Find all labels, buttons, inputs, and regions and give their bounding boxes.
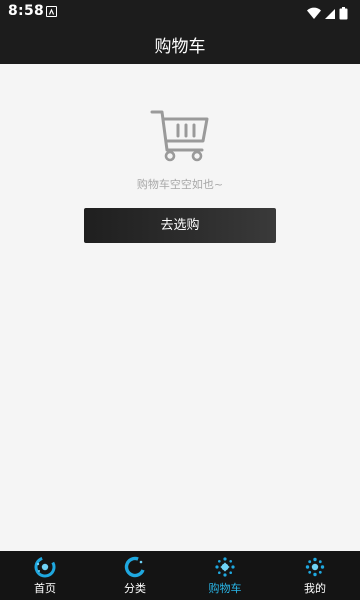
tab-cart[interactable]: 购物车 bbox=[180, 551, 270, 600]
app-bar: 购物车 bbox=[0, 24, 360, 64]
tab-home[interactable]: 首页 bbox=[0, 551, 90, 600]
status-icons bbox=[306, 5, 352, 20]
cart-icon bbox=[215, 557, 235, 577]
tab-cart-label: 购物车 bbox=[208, 582, 242, 595]
tab-home-label: 首页 bbox=[34, 582, 56, 595]
shopping-cart-icon bbox=[150, 110, 209, 162]
empty-cart-message: 购物车空空如也~ bbox=[136, 178, 224, 191]
wifi-icon bbox=[307, 7, 321, 20]
signal-icon bbox=[325, 9, 335, 19]
tab-profile[interactable]: 我的 bbox=[270, 551, 360, 600]
cart-content: 购物车空空如也~ 去选购 bbox=[0, 64, 360, 551]
tab-category-label: 分类 bbox=[124, 582, 146, 595]
bottom-tab-bar: 首页 分类 购物车 我的 bbox=[0, 551, 360, 600]
go-shopping-button[interactable]: 去选购 bbox=[84, 208, 276, 243]
category-icon bbox=[124, 556, 146, 578]
home-icon bbox=[34, 556, 56, 578]
tab-category[interactable]: 分类 bbox=[90, 551, 180, 600]
profile-icon bbox=[305, 557, 325, 577]
tab-profile-label: 我的 bbox=[304, 582, 326, 595]
a-notification-icon bbox=[46, 6, 57, 17]
status-bar: 8:58 bbox=[0, 0, 360, 24]
status-time: 8:58 bbox=[8, 3, 45, 19]
battery-icon bbox=[339, 7, 348, 20]
page-title: 购物车 bbox=[154, 37, 206, 57]
